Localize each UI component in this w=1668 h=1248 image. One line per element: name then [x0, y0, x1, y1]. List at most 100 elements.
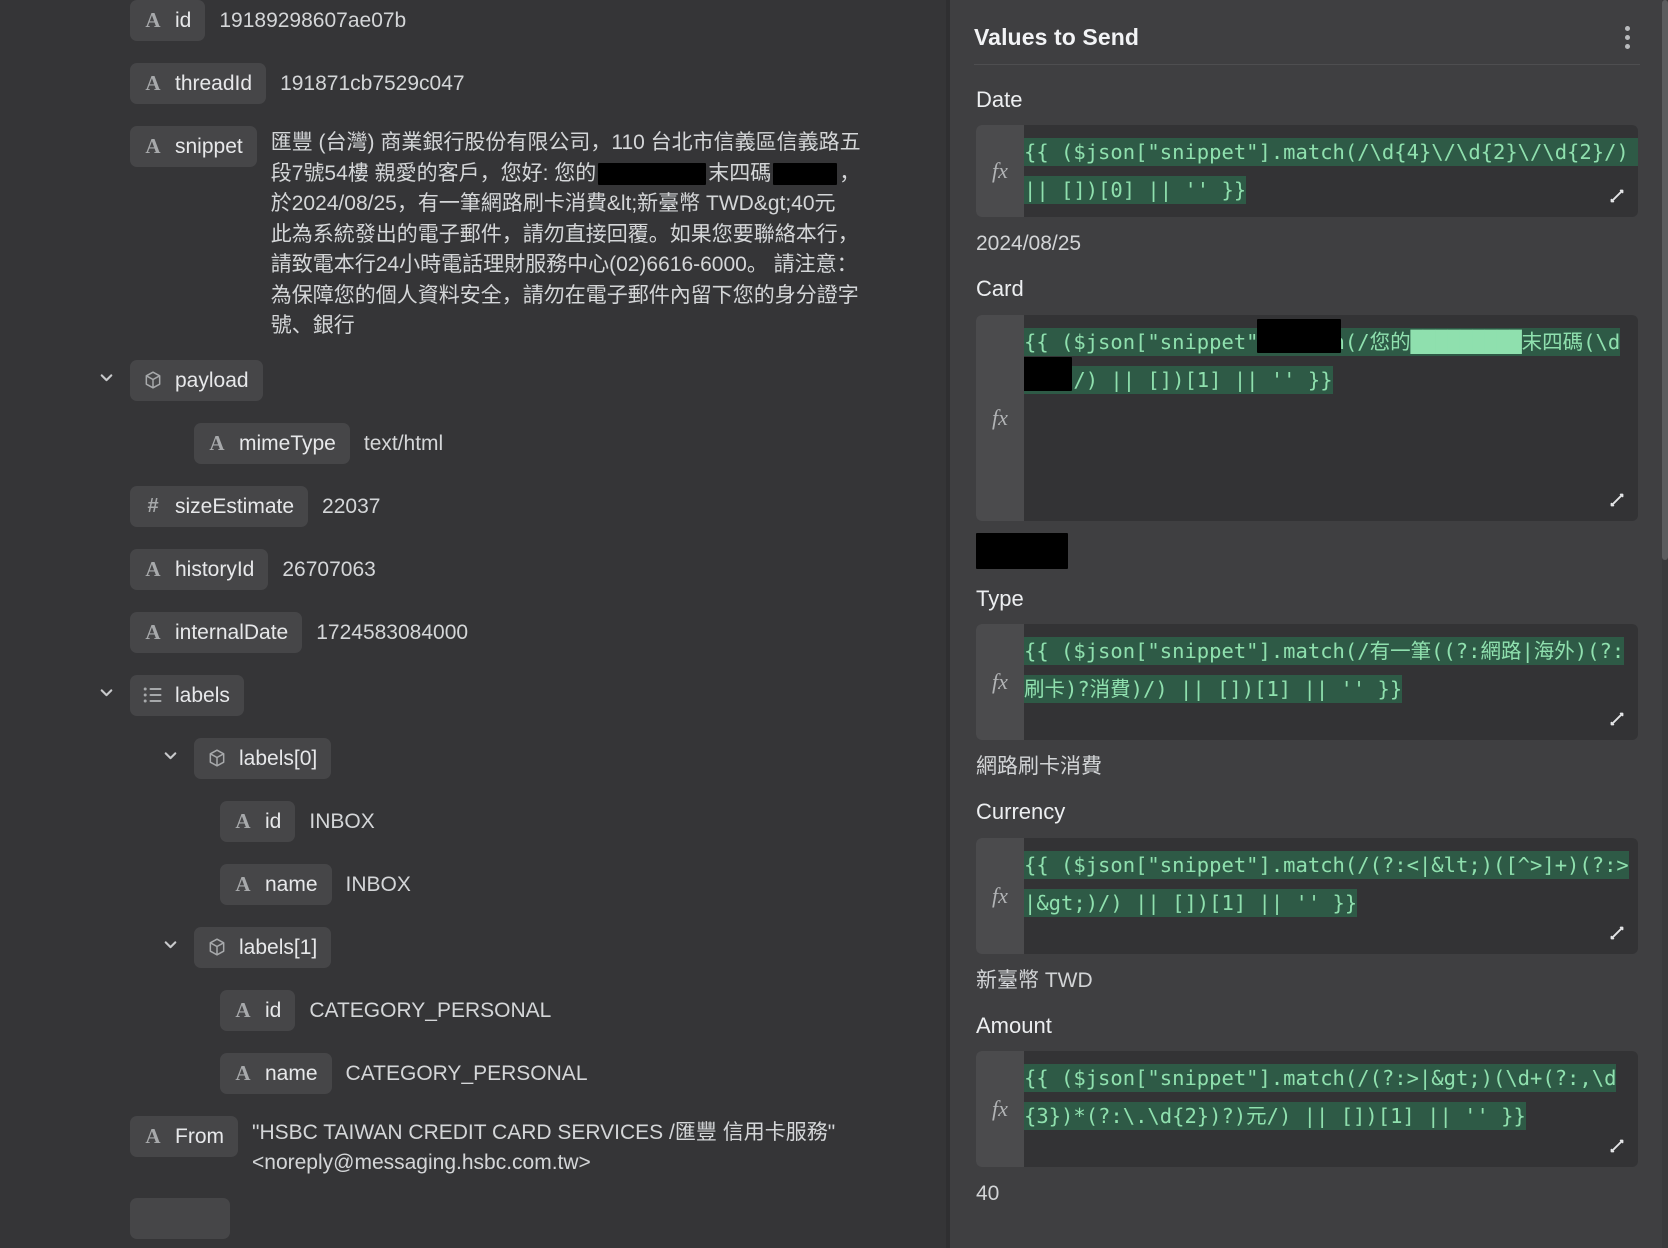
- values-fields-list: Date fx {{ ($json["snippet"].match(/\d{4…: [946, 65, 1668, 1209]
- expression-text[interactable]: {{ ($json["snippet"].match(/您的█████████末…: [1024, 315, 1638, 521]
- string-type-icon: A: [145, 619, 161, 644]
- json-key-label: internalDate: [175, 620, 289, 644]
- json-row-payload[interactable]: payload: [100, 359, 922, 402]
- json-key-label: name: [265, 1061, 318, 1085]
- kebab-menu-icon[interactable]: [1615, 20, 1640, 55]
- json-key-label: threadId: [175, 72, 253, 95]
- scrollbar-thumb[interactable]: [1662, 0, 1668, 560]
- json-key-chip[interactable]: A threadId: [130, 63, 267, 104]
- json-key-chip[interactable]: labels[0]: [194, 737, 332, 779]
- json-key-chip[interactable]: A name: [220, 863, 332, 905]
- expression-input[interactable]: fx {{ ($json["snippet"].match(/(?:<|&lt;…: [976, 837, 1638, 954]
- expression-input[interactable]: fx {{ ($json["snippet"].match(/有一筆((?:網路…: [976, 624, 1638, 741]
- field-label: Currency: [976, 799, 1066, 825]
- json-row-sizeestimate[interactable]: # sizeEstimate 22037: [130, 485, 922, 528]
- expression-text[interactable]: {{ ($json["snippet"].match(/\d{4}\/\d{2}…: [1024, 125, 1638, 217]
- json-key-chip[interactable]: A mimeType: [194, 422, 350, 464]
- json-row-labels[interactable]: labels: [100, 674, 922, 717]
- panel-title: Values to Send: [974, 23, 1140, 50]
- json-key-chip[interactable]: A internalDate: [130, 611, 303, 653]
- json-row-from[interactable]: A From "HSBC TAIWAN CREDIT CARD SERVICES…: [130, 1115, 922, 1178]
- resolved-value: 新臺幣 TWD: [976, 968, 1093, 992]
- json-row-next-partial[interactable]: [130, 1197, 922, 1240]
- field-label: Amount: [976, 1012, 1052, 1038]
- json-key-chip[interactable]: A historyId: [130, 548, 269, 590]
- json-key-chip[interactable]: A name: [220, 1052, 332, 1094]
- number-type-icon: #: [147, 495, 159, 517]
- json-key-chip[interactable]: A id: [130, 0, 206, 41]
- chevron-down-icon[interactable]: [97, 369, 115, 387]
- json-row-internaldate[interactable]: A internalDate 1724583084000: [130, 611, 922, 654]
- json-value: 191871cb7529c047: [280, 72, 465, 95]
- expression-text[interactable]: {{ ($json["snippet"].match(/(?:<|&lt;)([…: [1024, 838, 1638, 954]
- field-type: Type fx {{ ($json["snippet"].match(/有一筆(…: [976, 586, 1638, 782]
- string-type-icon: A: [209, 430, 225, 455]
- chevron-down-icon[interactable]: [161, 747, 179, 765]
- chevron-down-icon[interactable]: [161, 936, 179, 954]
- json-row-historyid[interactable]: A historyId 26707063: [130, 548, 922, 591]
- json-row-labels-0[interactable]: labels[0]: [164, 737, 922, 780]
- json-row-labels-1[interactable]: labels[1]: [164, 926, 922, 969]
- string-type-icon: A: [145, 556, 161, 581]
- redaction-block: [773, 162, 838, 185]
- resolved-value: 40: [976, 1181, 1000, 1205]
- string-type-icon: A: [145, 71, 161, 95]
- json-row-labels-0-name[interactable]: A name INBOX: [220, 863, 922, 906]
- json-row-labels-1-name[interactable]: A name CATEGORY_PERSONAL: [220, 1052, 922, 1095]
- json-key-chip[interactable]: [130, 1197, 230, 1239]
- json-key-label: id: [265, 998, 282, 1022]
- redaction-block: [598, 162, 707, 185]
- resolved-value: [976, 532, 1638, 569]
- expand-editor-icon[interactable]: [1600, 1129, 1634, 1163]
- panel-divider: [946, 0, 950, 1248]
- object-type-icon: [206, 937, 228, 957]
- json-key-label: mimeType: [239, 431, 336, 455]
- json-tree: A id 19189298607ae07b A threadId 191871c…: [0, 0, 946, 1240]
- json-value: INBOX: [309, 809, 375, 833]
- json-row-labels-0-id[interactable]: A id INBOX: [220, 800, 922, 843]
- string-type-icon: A: [235, 997, 251, 1022]
- string-type-icon: A: [235, 1060, 251, 1085]
- json-key-chip[interactable]: payload: [130, 359, 263, 401]
- expression-input[interactable]: fx {{ ($json["snippet"].match(/\d{4}\/\d…: [976, 125, 1638, 218]
- json-key-chip[interactable]: A id: [220, 989, 296, 1031]
- expand-editor-icon[interactable]: [1600, 702, 1634, 736]
- string-type-icon: A: [145, 1123, 161, 1148]
- field-date: Date fx {{ ($json["snippet"].match(/\d{4…: [976, 87, 1638, 259]
- json-key-chip[interactable]: A snippet: [130, 126, 257, 167]
- json-key-label: payload: [175, 368, 249, 392]
- expand-editor-icon[interactable]: [1600, 916, 1634, 950]
- values-panel-header: Values to Send: [946, 0, 1668, 58]
- json-key-label: name: [265, 872, 318, 896]
- json-value: CATEGORY_PERSONAL: [309, 998, 552, 1022]
- json-value: 1724583084000: [316, 620, 469, 644]
- string-type-icon: A: [235, 808, 251, 833]
- json-key-chip[interactable]: labels: [130, 674, 244, 716]
- json-row-snippet[interactable]: A snippet 匯豐 (台灣) 商業銀行股份有限公司，110 台北市信義區信…: [130, 126, 922, 342]
- json-row-threadid[interactable]: A threadId 191871cb7529c047: [130, 63, 922, 105]
- values-panel-scrollbar[interactable]: [1662, 0, 1668, 1248]
- expression-text[interactable]: {{ ($json["snippet"].match(/有一筆((?:網路|海外…: [1024, 624, 1638, 740]
- expression-text[interactable]: {{ ($json["snippet"].match(/(?:>|&gt;)(\…: [1024, 1051, 1638, 1167]
- fx-icon: fx: [976, 624, 1024, 741]
- values-to-send-panel: Values to Send Date fx {{ ($json["snippe…: [946, 0, 1668, 1248]
- expression-input[interactable]: fx {{ ($json["snippet"].match(/(?:>|&gt;…: [976, 1050, 1638, 1167]
- expression-input[interactable]: fx {{ ($json["snippet"].match(/您的███████…: [976, 314, 1638, 521]
- json-key-chip[interactable]: A From: [130, 1115, 238, 1157]
- snippet-text-head: 匯豐 (台灣) 商業銀行股份有限公司，110 台北市信義區信義路五段7號54樓 …: [270, 131, 861, 185]
- json-key-chip[interactable]: labels[1]: [194, 926, 332, 968]
- expand-editor-icon[interactable]: [1600, 179, 1634, 213]
- json-output-panel: A id 19189298607ae07b A threadId 191871c…: [0, 0, 946, 1248]
- chevron-down-icon[interactable]: [97, 684, 115, 702]
- json-key-chip[interactable]: A id: [220, 800, 296, 842]
- field-currency: Currency fx {{ ($json["snippet"].match(/…: [976, 799, 1638, 995]
- json-row-mimetype[interactable]: A mimeType text/html: [194, 422, 922, 465]
- expand-editor-icon[interactable]: [1600, 483, 1634, 517]
- json-row-labels-1-id[interactable]: A id CATEGORY_PERSONAL: [220, 989, 922, 1032]
- json-value: CATEGORY_PERSONAL: [345, 1061, 588, 1085]
- json-key-chip[interactable]: # sizeEstimate: [130, 485, 309, 527]
- json-row-id[interactable]: A id 19189298607ae07b: [130, 0, 922, 42]
- resolved-value: 2024/08/25: [976, 232, 1082, 256]
- json-value: 22037: [322, 494, 381, 518]
- fx-icon: fx: [976, 314, 1024, 521]
